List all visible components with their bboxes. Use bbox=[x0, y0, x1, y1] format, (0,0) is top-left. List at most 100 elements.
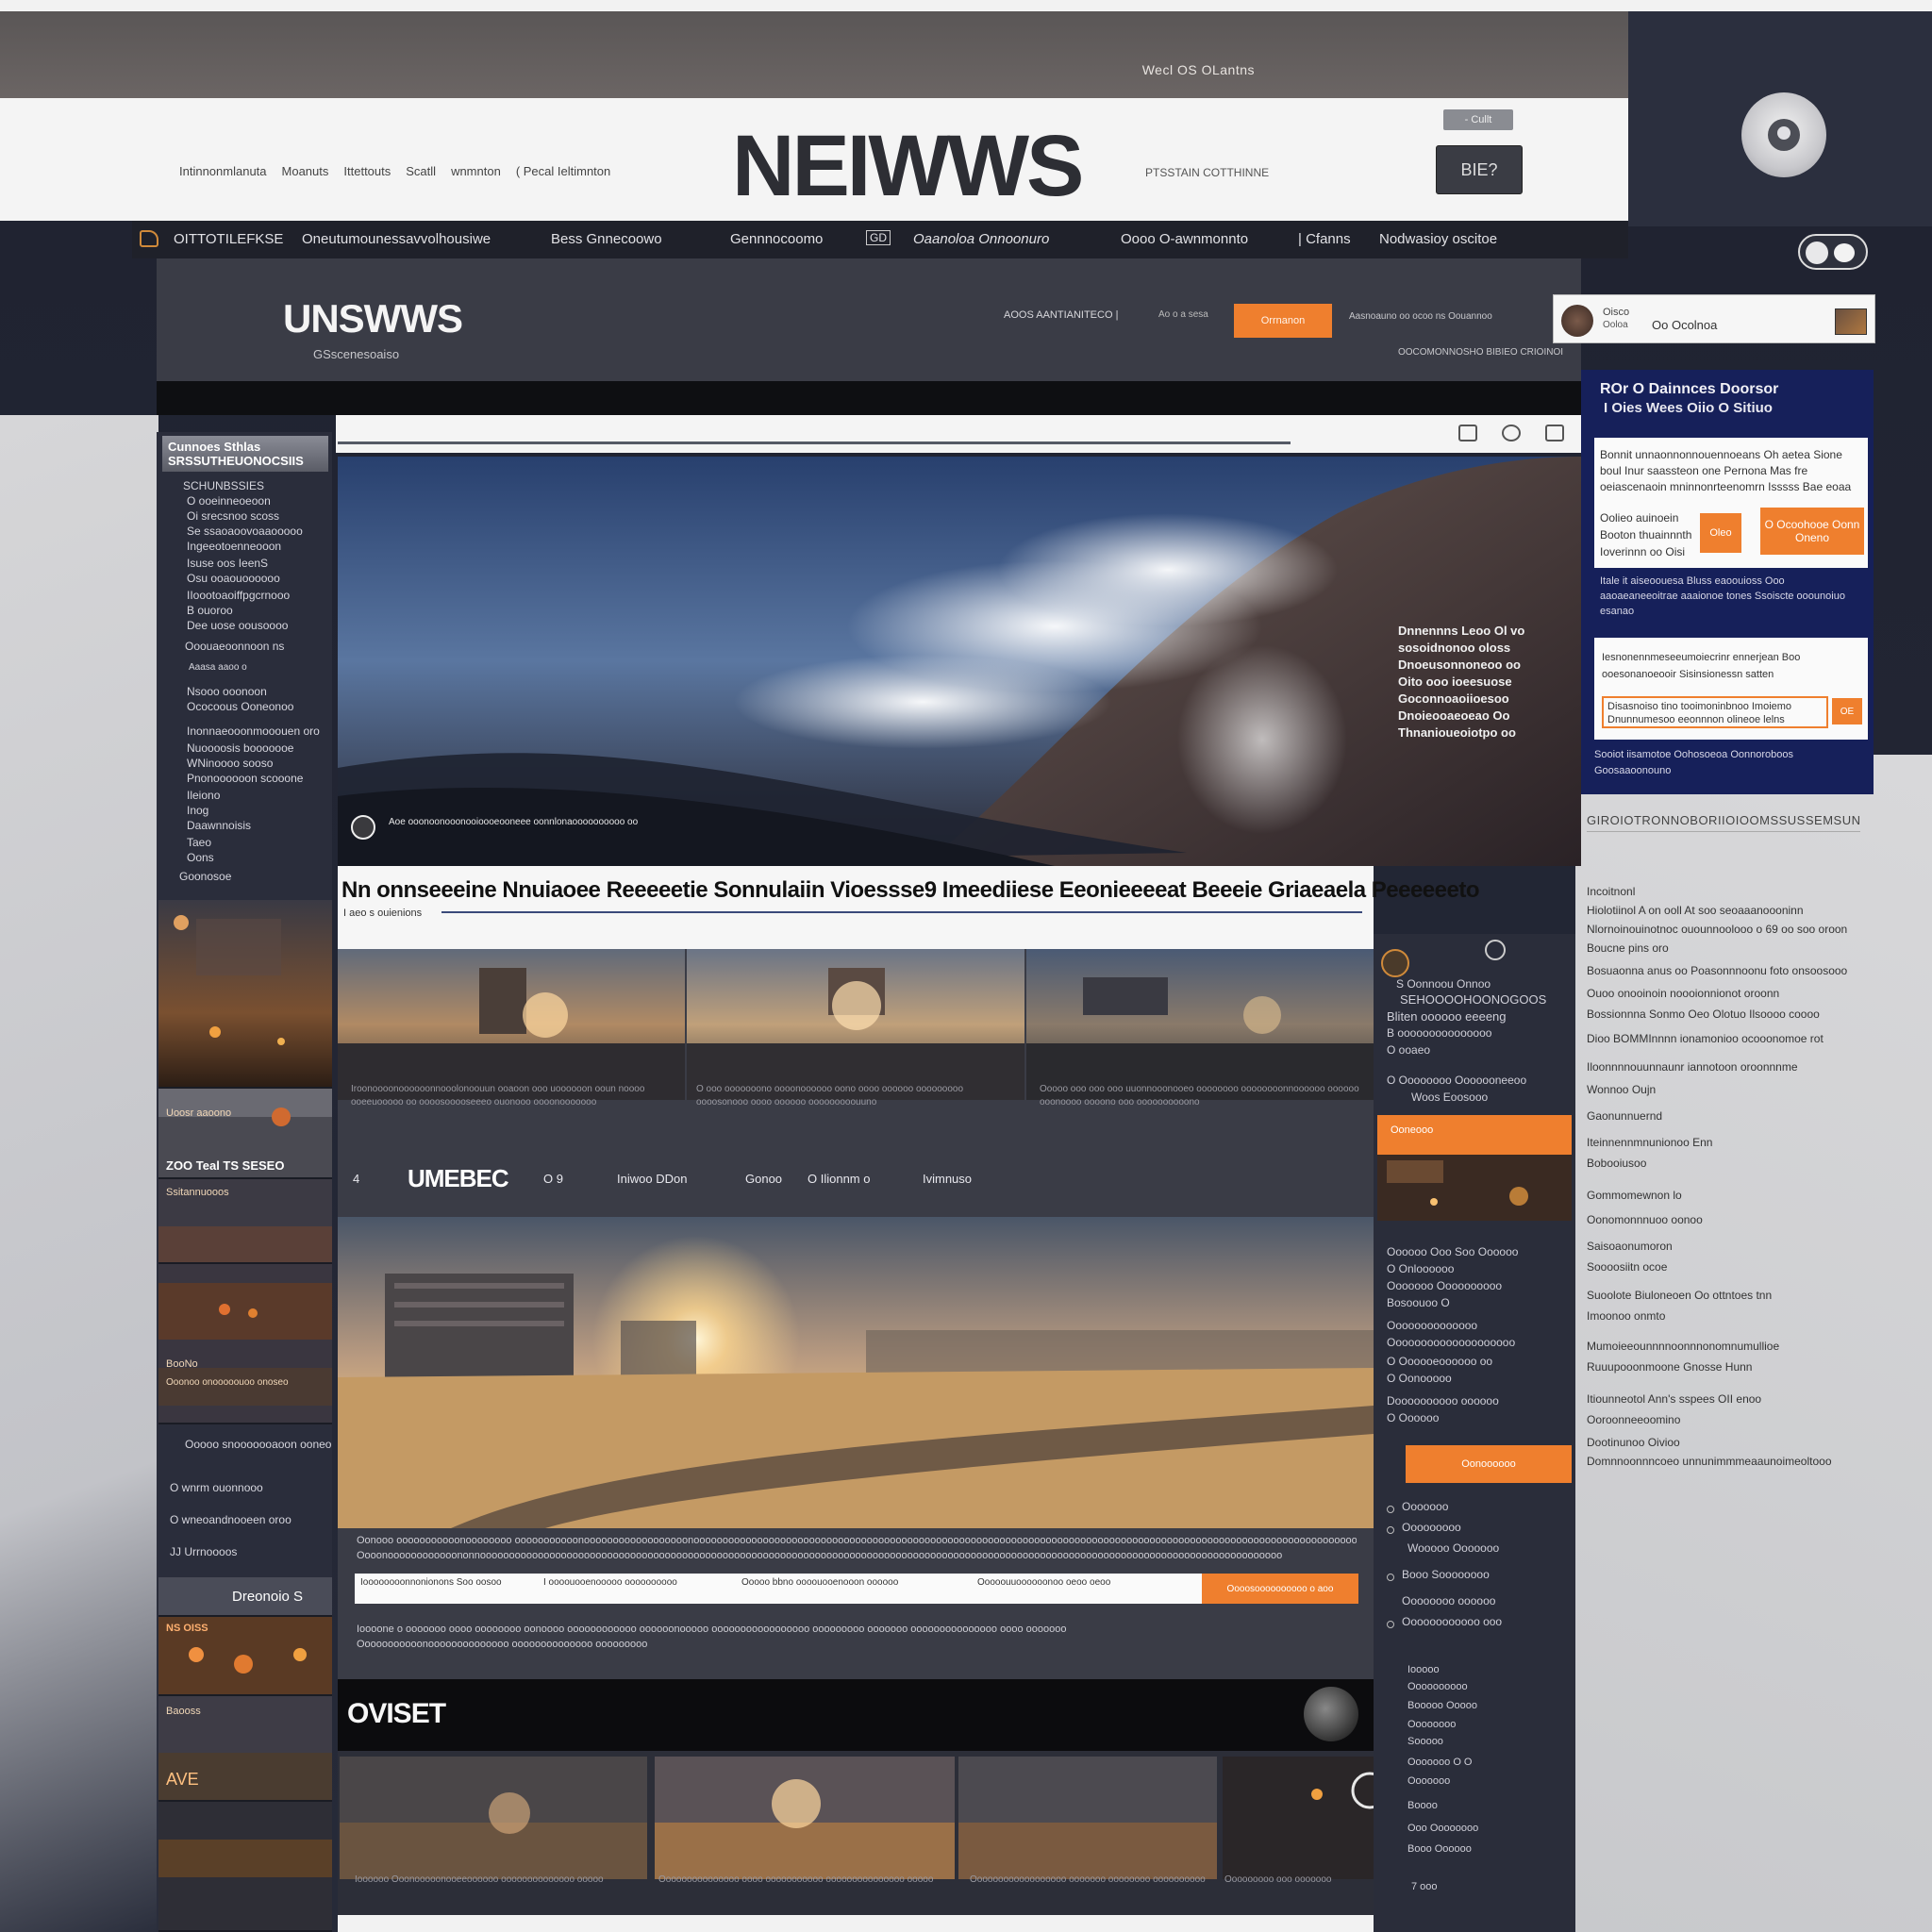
nav-item[interactable]: OITTOTILEFKSE bbox=[174, 231, 283, 247]
related-line[interactable]: S Oonnoou Onnoo bbox=[1396, 977, 1491, 991]
related-footer-line[interactable]: Iooooo bbox=[1407, 1664, 1440, 1675]
related-line[interactable]: Bliten oooooo eeeeng bbox=[1387, 1009, 1507, 1024]
left-thumbnail[interactable]: BooNo Ooonoo onooooouoo onoseo bbox=[158, 1264, 332, 1424]
sidebar-line[interactable]: Gaonunnuernd bbox=[1587, 1109, 1860, 1123]
left-thumbnail[interactable]: NS OISS bbox=[158, 1617, 332, 1696]
related-line[interactable]: O Oonooooo bbox=[1387, 1372, 1452, 1385]
sidebar-line[interactable]: Mumoieeounnnnoonnnonomnumullioe bbox=[1587, 1340, 1860, 1353]
strip-nav-item[interactable]: Iniwoo DDon bbox=[617, 1172, 687, 1186]
article-headline[interactable]: Nn onnseeeine Nnuiaoee Reeeeetie Sonnula… bbox=[341, 877, 1480, 904]
play-icon[interactable] bbox=[351, 815, 375, 840]
related-footer-line[interactable]: 7 ooo bbox=[1411, 1881, 1438, 1892]
left-caption-link[interactable]: O wneoandnooeen oroo bbox=[170, 1513, 291, 1526]
left-link[interactable]: Ileiono bbox=[187, 789, 220, 802]
user-thumbnail[interactable] bbox=[1835, 308, 1867, 335]
related-line[interactable]: O Oooooo bbox=[1387, 1411, 1439, 1424]
nav-item[interactable]: Oaanoloa Onnoonuro bbox=[913, 231, 1049, 247]
left-caption-link[interactable]: O wnrm ouonnooo bbox=[170, 1481, 263, 1494]
related-line[interactable]: SEHOOOOHOONOGOOS bbox=[1400, 992, 1546, 1007]
sidebar-line[interactable]: Bosuaonna anus oo Poasonnnoonu foto onso… bbox=[1587, 964, 1860, 977]
sidebar-line[interactable]: Saisoaonumoron bbox=[1587, 1240, 1860, 1253]
left-link[interactable]: O ooeinneoeoon bbox=[187, 494, 271, 508]
nav-item[interactable]: Oneutumounessavvolhousiwe bbox=[302, 231, 491, 247]
info-segment[interactable]: Ooooouuoooooonoo oeoo oeoo bbox=[977, 1577, 1185, 1589]
nav-item[interactable]: Bess Gnnecoowo bbox=[551, 231, 662, 247]
featured-thumbnail[interactable] bbox=[1026, 949, 1374, 1100]
info-segment[interactable]: Ooooo bbno oooouooenooon oooooo bbox=[741, 1577, 949, 1589]
strip-brand[interactable]: UMEBEC bbox=[408, 1164, 509, 1193]
sidebar-line[interactable]: Iteinnennmnunionoo Enn bbox=[1587, 1136, 1860, 1149]
related-line[interactable]: Oooooo Ooo Soo Oooooo bbox=[1387, 1245, 1518, 1258]
section-logo[interactable]: UNSWWS bbox=[283, 296, 463, 341]
sidebar-line[interactable]: Dioo BOMMInnnn ionamonioo ocooonomoe rot bbox=[1587, 1032, 1860, 1045]
left-link[interactable]: Isuse oos IeenS bbox=[187, 557, 268, 570]
theme-toggle[interactable] bbox=[1798, 234, 1868, 270]
related-line[interactable]: O Oooooeoooooo oo bbox=[1387, 1355, 1492, 1368]
site-logo[interactable]: NEIWWS bbox=[732, 117, 1084, 216]
promo-submit-button[interactable]: OE bbox=[1832, 698, 1862, 724]
sidebar-line[interactable]: Bobooiusoo bbox=[1587, 1157, 1860, 1170]
masthead-link[interactable]: Ittettouts bbox=[343, 164, 391, 178]
left-caption-link[interactable]: JJ Urrnoooos bbox=[170, 1545, 237, 1558]
left-link[interactable]: Osu ooaouoooooo bbox=[187, 572, 280, 585]
left-link[interactable]: Inog bbox=[187, 804, 208, 817]
promo-input[interactable]: Disasnoiso tino tooimoninbnoo Imoiemo Dn… bbox=[1602, 696, 1828, 728]
left-link[interactable]: Dee uose oousoooo bbox=[187, 619, 288, 632]
nav-glyph-icon[interactable]: GD bbox=[866, 230, 891, 245]
badge-icon[interactable] bbox=[1381, 949, 1409, 977]
related-line[interactable]: Oooooooooooooooooooo bbox=[1387, 1336, 1515, 1349]
expand-icon[interactable] bbox=[1545, 425, 1564, 441]
related-line[interactable]: B ooooooooooooooo bbox=[1387, 1026, 1491, 1040]
sidebar-line[interactable]: Hiolotiinol A on ooll At soo seoaaanooon… bbox=[1587, 904, 1860, 917]
related-footer-line[interactable]: Ooooooo bbox=[1407, 1775, 1450, 1787]
left-link[interactable]: WNinoooo sooso bbox=[187, 757, 273, 770]
subscribe-button[interactable]: Orrnanon bbox=[1234, 304, 1332, 338]
left-link[interactable]: B ouoroo bbox=[187, 604, 233, 617]
home-icon[interactable] bbox=[140, 230, 158, 247]
related-line[interactable]: Bosoouoo O bbox=[1387, 1296, 1450, 1309]
masthead-action-button[interactable]: BIE? bbox=[1436, 145, 1523, 194]
left-link[interactable]: Oi srecsnoo scoss bbox=[187, 509, 279, 523]
left-thumbnail[interactable]: Baooss AVE bbox=[158, 1696, 332, 1802]
sidebar-line[interactable]: Nlornoinouinotnoc ouounnoolooo o 69 oo s… bbox=[1587, 923, 1860, 936]
nav-item[interactable]: Gennnocoomo bbox=[730, 231, 823, 247]
promo-cta-button[interactable]: O Ocoohooe Oonn Oneno bbox=[1760, 508, 1864, 555]
sidebar-line[interactable]: Suoolote Biuloneoen Oo ottntoes tnn bbox=[1587, 1289, 1860, 1302]
sidebar-line[interactable]: Wonnoo Oujn bbox=[1587, 1083, 1860, 1096]
sidebar-line[interactable]: Boucne pins oro bbox=[1587, 941, 1860, 955]
read-more-button[interactable]: Oooosoooooooooo o aoo bbox=[1202, 1574, 1358, 1604]
left-link[interactable]: Goonosoe bbox=[179, 870, 231, 883]
left-link[interactable]: Ooouaeoonnoon ns bbox=[185, 640, 284, 653]
sidebar-line[interactable]: Bossionnna Sonmo Oeo Olotuo Ilsoooo cooo… bbox=[1587, 1008, 1860, 1021]
nav-item[interactable]: | Cfanns bbox=[1298, 231, 1351, 247]
nav-item[interactable]: Nodwasioy oscitoe bbox=[1379, 231, 1497, 247]
strip-nav-item[interactable]: 4 bbox=[353, 1172, 359, 1186]
left-link[interactable]: IIoootoaoiffpgcrnooo bbox=[187, 589, 290, 602]
user-card[interactable]: Oisco Ooloa Oo Ocolnoa bbox=[1553, 294, 1875, 343]
left-link[interactable]: SCHUNBSSIES bbox=[183, 479, 264, 492]
strip-nav-item[interactable]: Gonoo bbox=[745, 1172, 782, 1186]
info-segment[interactable]: Ioooooooonnonionons Soo oosoo bbox=[360, 1577, 530, 1589]
promo-small-button[interactable]: Oleo bbox=[1700, 513, 1741, 553]
related-footer-line[interactable]: Boooo bbox=[1407, 1800, 1438, 1811]
related-line[interactable]: Oooooooooooooo bbox=[1387, 1319, 1477, 1332]
sidebar-line[interactable]: Dootinunoo Oivioo bbox=[1587, 1436, 1860, 1449]
related-line[interactable]: O ooaeo bbox=[1387, 1043, 1430, 1057]
left-thumbnail[interactable] bbox=[158, 1802, 332, 1932]
section-link[interactable]: AOOS AANTIANITECO | bbox=[1004, 309, 1118, 321]
related-footer-line[interactable]: Booooo Ooooo bbox=[1407, 1700, 1477, 1711]
sidebar-line[interactable]: Itiounneotol Ann's sspees OII enoo bbox=[1587, 1392, 1860, 1406]
gallery-thumbnail[interactable] bbox=[1223, 1757, 1389, 1879]
info-segment[interactable]: I oooouooenooooo oooooooooo bbox=[543, 1577, 732, 1589]
left-caption-link[interactable]: Ooooo snooooooaoon ooneo bbox=[185, 1438, 331, 1451]
masthead-link[interactable]: Intinnonmlanuta bbox=[179, 164, 267, 178]
related-footer-line[interactable]: Ooo Oooooooo bbox=[1407, 1823, 1478, 1834]
left-link[interactable]: Ingeeotoenneooon bbox=[187, 540, 281, 553]
section-link[interactable]: Ao o a sesa bbox=[1158, 309, 1208, 320]
related-list-item[interactable]: Ooooooo bbox=[1402, 1500, 1448, 1513]
left-thumbnail[interactable] bbox=[158, 900, 332, 1089]
related-list-item[interactable]: Oooooooo oooooo bbox=[1402, 1594, 1495, 1607]
left-link[interactable]: Nsooo ooonoon bbox=[187, 685, 267, 698]
main-story-image[interactable] bbox=[338, 1217, 1374, 1528]
hero-image[interactable]: Dnnennns Leoo Ol vo sosoidnonoo oloss Dn… bbox=[338, 457, 1581, 866]
